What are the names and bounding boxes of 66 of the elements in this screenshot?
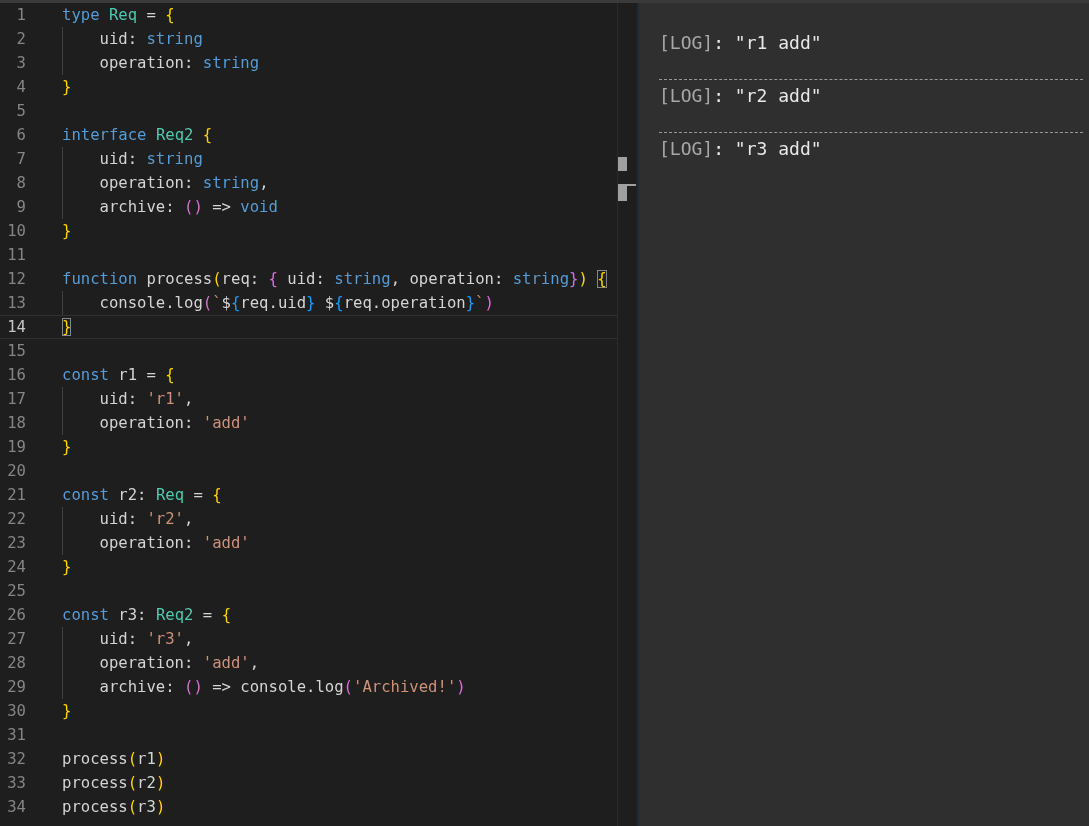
line-number: 1 — [15, 6, 26, 24]
line-number: 3 — [15, 54, 26, 72]
code-line: archive: () => console.log('Archived!') — [99, 677, 466, 698]
line-number: 12 — [6, 270, 26, 288]
code-line: process(r2) — [62, 773, 166, 794]
line-number: 9 — [15, 198, 26, 216]
line-number: 10 — [6, 222, 26, 240]
code-line: uid: string — [99, 149, 203, 170]
line-number: 31 — [6, 726, 26, 744]
line-number: 25 — [6, 582, 26, 600]
code-line: } — [62, 77, 72, 98]
code-line: const r1 = { — [62, 365, 175, 386]
line-number: 32 — [6, 750, 26, 768]
code-line: uid: 'r2', — [99, 509, 194, 530]
code-line: process(r1) — [62, 749, 166, 770]
code-line: operation: 'add' — [99, 413, 250, 434]
line-number: 16 — [6, 366, 26, 384]
line-number: 18 — [6, 414, 26, 432]
line-number: 2 — [15, 30, 26, 48]
line-number: 13 — [6, 294, 26, 312]
line-number: 17 — [6, 390, 26, 408]
line-number: 21 — [6, 486, 26, 504]
code-line: uid: 'r1', — [99, 389, 194, 410]
line-number: 33 — [6, 774, 26, 792]
line-number: 15 — [6, 342, 26, 360]
code-line: const r3: Req2 = { — [62, 605, 232, 626]
code-line: uid: string — [99, 29, 203, 50]
code-line: type Req = { — [62, 5, 175, 26]
code-line: operation: string, — [99, 173, 269, 194]
line-number: 22 — [6, 510, 26, 528]
line-number: 27 — [6, 630, 26, 648]
code-line: } — [62, 317, 72, 338]
line-number: 11 — [6, 246, 26, 264]
code-line: operation: 'add', — [99, 653, 260, 674]
code-line: process(r3) — [62, 797, 166, 818]
code-line: function process(req: { uid: string, operation: string}) { — [62, 269, 607, 290]
overview-ruler[interactable] — [617, 3, 637, 826]
code-line: operation: 'add' — [99, 533, 250, 554]
line-number: 30 — [6, 702, 26, 720]
code-line: uid: 'r3', — [99, 629, 194, 650]
code-line: console.log(`${req.uid} ${req.operation}`) — [99, 293, 494, 314]
code-line: } — [62, 437, 72, 458]
log-entry: [LOG]: "r1 add" — [659, 27, 1083, 80]
line-number: 5 — [15, 102, 26, 120]
line-number: 7 — [15, 150, 26, 168]
line-number: 14 — [6, 318, 26, 336]
code-line: archive: () => void — [99, 197, 278, 218]
line-number: 19 — [6, 438, 26, 456]
code-line: const r2: Req = { — [62, 485, 222, 506]
line-number: 34 — [6, 798, 26, 816]
line-number: 24 — [6, 558, 26, 576]
code-line: } — [62, 557, 72, 578]
line-number: 26 — [6, 606, 26, 624]
line-number: 23 — [6, 534, 26, 552]
line-number: 28 — [6, 654, 26, 672]
line-number: 6 — [15, 126, 26, 144]
code-line: } — [62, 701, 72, 722]
code-line: interface Req2 { — [62, 125, 213, 146]
log-entry: [LOG]: "r3 add" — [659, 137, 823, 161]
line-number: 29 — [6, 678, 26, 696]
code-line: operation: string — [99, 53, 260, 74]
line-number: 4 — [15, 78, 26, 96]
line-number: 8 — [15, 174, 26, 192]
code-line: } — [62, 221, 72, 242]
line-number: 20 — [6, 462, 26, 480]
log-entry: [LOG]: "r2 add" — [659, 80, 1083, 133]
